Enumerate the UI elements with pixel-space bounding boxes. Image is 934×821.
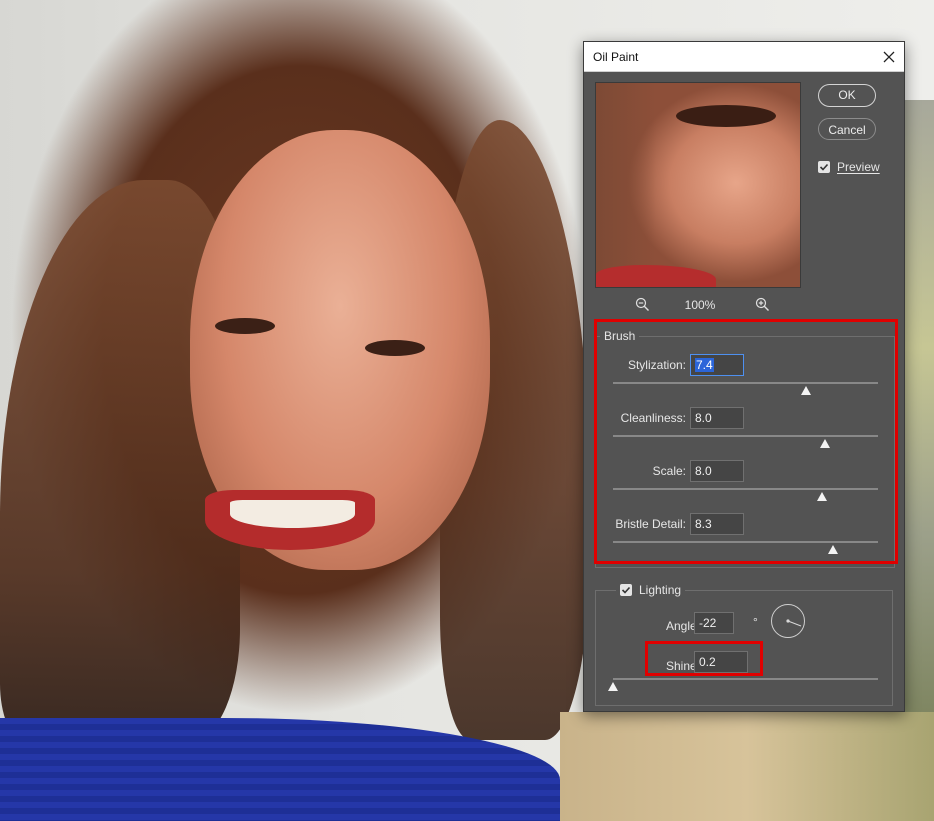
degree-symbol: ° (753, 615, 758, 629)
preview-shade (596, 83, 656, 287)
brush-highlight-box (594, 319, 898, 564)
zoom-in-icon (755, 297, 769, 311)
preview-checkbox-row[interactable]: Preview (818, 160, 880, 174)
angle-dial-icon (786, 619, 802, 627)
checkmark-icon (819, 163, 829, 171)
close-button[interactable] (874, 42, 904, 71)
painting-eye-left (215, 318, 275, 334)
lighting-label: Lighting (639, 583, 682, 597)
painting-background-bokeh (905, 100, 934, 720)
slider-thumb[interactable] (608, 682, 618, 691)
cancel-button[interactable]: Cancel (818, 118, 876, 140)
slider-track (613, 678, 878, 680)
zoom-out-button[interactable] (635, 297, 650, 315)
preview-checkbox[interactable] (818, 161, 830, 173)
shine-highlight-box (645, 641, 763, 676)
checkmark-icon (621, 586, 631, 594)
angle-input[interactable]: -22 (694, 612, 734, 634)
preview-label: Preview (837, 160, 880, 174)
painting-eye-right (365, 340, 425, 356)
painting-background-bottom (560, 712, 934, 821)
zoom-in-button[interactable] (755, 297, 770, 315)
lighting-checkbox[interactable] (620, 584, 632, 596)
dialog-titlebar[interactable]: Oil Paint (584, 42, 904, 72)
preview-lip (596, 265, 716, 287)
preview-image[interactable] (595, 82, 801, 288)
painting-teeth (230, 500, 355, 528)
ok-button[interactable]: OK (818, 84, 876, 107)
dialog-title: Oil Paint (593, 50, 639, 64)
preview-eye (676, 105, 776, 127)
close-icon (883, 51, 895, 62)
zoom-level: 100% (684, 298, 716, 312)
angle-dial[interactable] (771, 604, 805, 638)
lighting-legend[interactable]: Lighting (616, 583, 686, 597)
zoom-out-icon (635, 297, 649, 311)
shine-slider[interactable] (608, 678, 878, 692)
zoom-controls: 100% (595, 297, 801, 313)
